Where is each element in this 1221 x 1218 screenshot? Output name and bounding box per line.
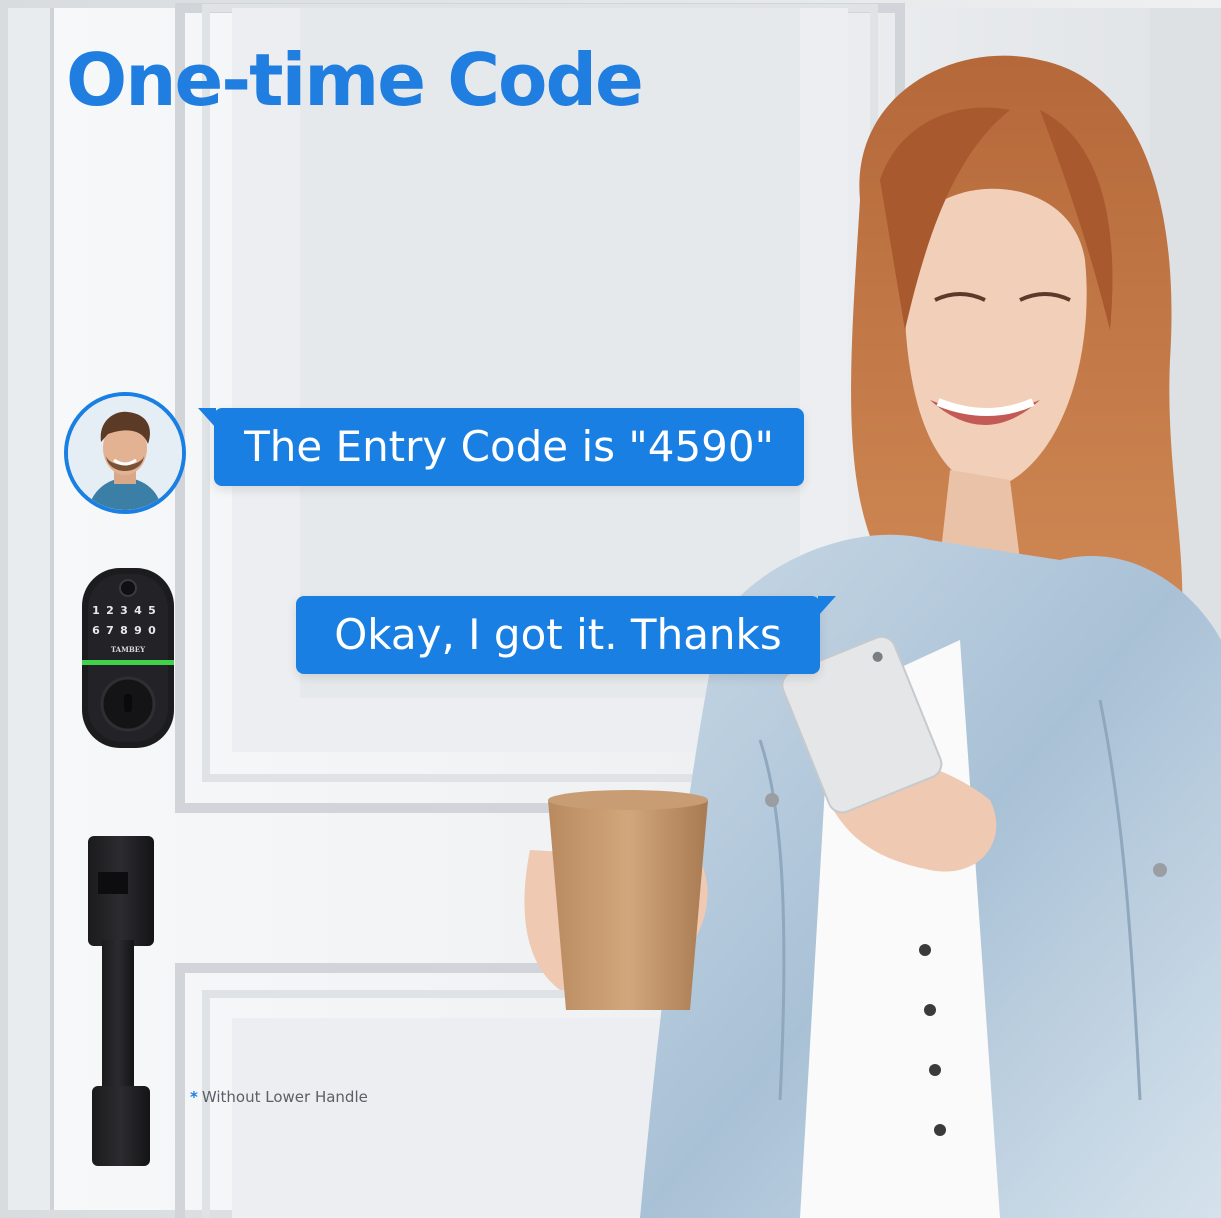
keypad-key: 8 <box>120 624 128 637</box>
lock-brand-label: TAMBEY <box>110 645 146 654</box>
keypad-key: 0 <box>148 624 156 637</box>
man-portrait-icon <box>68 396 182 510</box>
headline-title: One-time Code <box>66 38 644 122</box>
keypad-key: 9 <box>134 624 142 637</box>
smart-lock-keypad: 1 2 3 4 5 6 7 8 9 0 TAMBEY <box>80 566 176 750</box>
keypad-key: 7 <box>106 624 114 637</box>
footnote: * Without Lower Handle <box>190 1088 368 1106</box>
footnote-text: Without Lower Handle <box>201 1088 368 1106</box>
chat-bubble-reply: Okay, I got it. Thanks <box>296 596 836 674</box>
keypad-key: 1 <box>92 604 100 617</box>
chat-message-reply: Okay, I got it. Thanks <box>334 610 782 659</box>
smart-lock-body-icon <box>82 568 174 748</box>
keypad-key: 6 <box>92 624 100 637</box>
keypad-key: 4 <box>134 604 142 617</box>
keypad-key: 2 <box>106 604 114 617</box>
footnote-marker: * <box>190 1088 198 1106</box>
sender-avatar <box>64 392 186 514</box>
fingerprint-sensor-icon <box>119 579 137 597</box>
chat-bubble-entry-code: The Entry Code is "4590" <box>198 408 804 486</box>
keypad-key: 3 <box>120 604 128 617</box>
status-light-strip <box>82 660 174 665</box>
keypad-key: 5 <box>148 604 156 617</box>
chat-message-entry-code: The Entry Code is "4590" <box>244 422 774 471</box>
